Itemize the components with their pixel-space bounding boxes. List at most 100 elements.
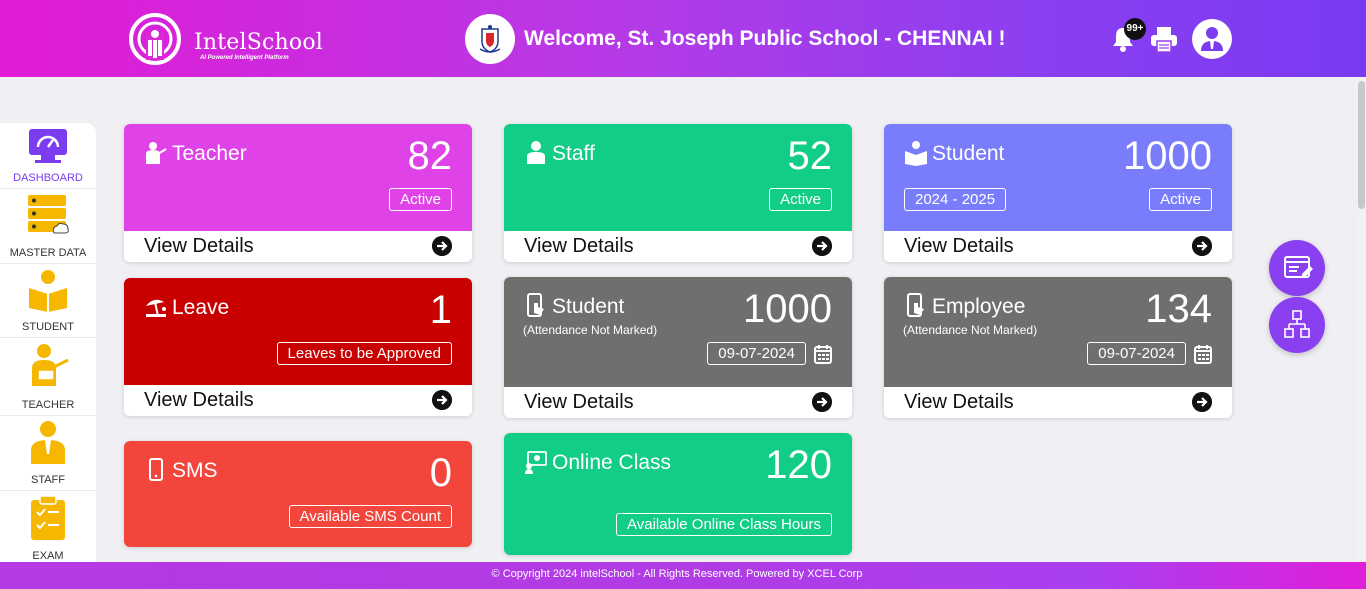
sidebar-item-label: TEACHER — [21, 399, 75, 411]
card-count: 0 — [429, 451, 452, 495]
mobile-phone-icon — [149, 458, 163, 481]
card-title: Staff — [552, 142, 595, 165]
view-details-link[interactable]: View Details — [124, 385, 472, 416]
view-details-label: View Details — [144, 235, 254, 257]
status-badge: Leaves to be Approved — [276, 342, 452, 365]
student-card: Student 1000 2024 - 2025 Active View Det… — [884, 124, 1232, 262]
sidebar-item-staff[interactable]: STAFF — [0, 416, 96, 491]
sidebar-item-label: MASTER DATA — [9, 247, 87, 259]
status-badge: Active — [389, 188, 452, 211]
vertical-scrollbar[interactable] — [1357, 77, 1366, 563]
sidebar-item-label: STUDENT — [22, 321, 74, 333]
logo-mark-icon — [129, 13, 181, 65]
user-profile-icon — [1201, 27, 1223, 51]
arrow-right-circle-icon — [812, 236, 832, 256]
card-count: 1000 — [1123, 134, 1212, 178]
view-details-link[interactable]: View Details — [884, 387, 1232, 418]
logo-tagline: AI Powered Intelligent Platform — [200, 55, 289, 61]
dashboard-icon — [29, 129, 67, 163]
school-crest-icon — [479, 25, 501, 53]
view-details-link[interactable]: View Details — [884, 231, 1232, 262]
card-title: Teacher — [172, 142, 247, 165]
attendance-date-badge: 09-07-2024 — [707, 342, 806, 365]
mobile-touch-icon — [527, 293, 544, 317]
sidebar: DASHBOARD MASTER DATA STUDENT TEACHER ST… — [0, 123, 96, 563]
arrow-right-circle-icon — [432, 390, 452, 410]
arrow-right-circle-icon — [812, 392, 832, 412]
view-details-link[interactable]: View Details — [504, 231, 852, 262]
card-title: Student — [932, 142, 1005, 165]
clipboard-checklist-icon — [31, 495, 65, 540]
card-count: 82 — [407, 134, 453, 178]
status-badge: Active — [769, 188, 832, 211]
card-subtitle: (Attendance Not Marked) — [903, 323, 1038, 337]
copyright-text: © Copyright 2024 intelSchool - All Right… — [491, 568, 863, 580]
arrow-right-circle-icon — [1192, 236, 1212, 256]
calendar-icon[interactable] — [814, 344, 832, 364]
teacher-icon — [32, 344, 69, 386]
view-details-label: View Details — [524, 391, 634, 413]
status-badge: Available Online Class Hours — [616, 513, 832, 536]
arrow-right-circle-icon — [432, 236, 452, 256]
arrow-right-circle-icon — [1192, 392, 1212, 412]
view-details-link[interactable]: View Details — [124, 231, 472, 262]
card-count: 1000 — [743, 287, 832, 331]
sidebar-item-label: EXAM — [32, 550, 64, 562]
sidebar-item-dashboard[interactable]: DASHBOARD — [0, 123, 96, 189]
sidebar-item-label: DASHBOARD — [13, 172, 83, 184]
card-count: 1 — [429, 288, 452, 332]
card-count: 134 — [1145, 287, 1212, 331]
online-class-card: Online Class 120 Available Online Class … — [504, 433, 852, 555]
staff-icon — [527, 141, 545, 164]
view-details-label: View Details — [904, 391, 1014, 413]
teacher-card: Teacher 82 Active View Details — [124, 124, 472, 262]
server-icon — [28, 195, 69, 234]
sitemap-icon — [1284, 310, 1310, 338]
status-badge: Active — [1149, 188, 1212, 211]
user-avatar[interactable] — [1192, 19, 1232, 59]
card-title: Student — [552, 295, 625, 318]
sidebar-item-exam[interactable]: EXAM — [0, 491, 96, 563]
intelschool-logo[interactable]: IntelSchool AI Powered Intelligent Platf… — [128, 12, 323, 66]
edit-document-icon — [1284, 256, 1313, 278]
sms-card: SMS 0 Available SMS Count — [124, 441, 472, 547]
page-footer: © Copyright 2024 intelSchool - All Right… — [0, 562, 1366, 589]
card-title: Online Class — [552, 451, 672, 474]
top-header: IntelSchool AI Powered Intelligent Platf… — [0, 0, 1366, 77]
student-reading-icon — [905, 141, 927, 166]
view-details-label: View Details — [144, 389, 254, 411]
quick-note-button[interactable] — [1269, 240, 1325, 296]
calendar-icon[interactable] — [1194, 344, 1212, 364]
view-details-link[interactable]: View Details — [504, 387, 852, 418]
sidebar-item-student[interactable]: STUDENT — [0, 264, 96, 338]
card-count: 52 — [787, 134, 833, 178]
sidebar-item-teacher[interactable]: TEACHER — [0, 338, 96, 416]
teacher-icon — [146, 142, 167, 164]
org-chart-button[interactable] — [1269, 297, 1325, 353]
leave-card: Leave 1 Leaves to be Approved View Detai… — [124, 278, 472, 416]
school-crest — [465, 14, 515, 64]
sidebar-item-master-data[interactable]: MASTER DATA — [0, 189, 96, 264]
beach-umbrella-icon — [146, 299, 166, 317]
student-attendance-card: Student (Attendance Not Marked) 1000 09-… — [504, 277, 852, 418]
view-details-label: View Details — [904, 235, 1014, 257]
mobile-touch-icon — [907, 293, 924, 317]
employee-attendance-card: Employee (Attendance Not Marked) 134 09-… — [884, 277, 1232, 418]
attendance-date-badge: 09-07-2024 — [1087, 342, 1186, 365]
notification-count-badge: 99+ — [1124, 18, 1146, 40]
logo-text: IntelSchool — [194, 30, 324, 55]
scrollbar-thumb[interactable] — [1358, 81, 1365, 209]
card-count: 120 — [765, 443, 832, 487]
card-subtitle: (Attendance Not Marked) — [523, 323, 658, 337]
student-reading-icon — [29, 270, 67, 312]
printer-icon[interactable] — [1149, 24, 1179, 54]
view-details-label: View Details — [524, 235, 634, 257]
academic-year-badge: 2024 - 2025 — [904, 188, 1007, 211]
status-badge: Available SMS Count — [288, 505, 452, 528]
staff-icon — [31, 421, 65, 464]
welcome-message: Welcome, St. Joseph Public School - CHEN… — [524, 27, 1006, 50]
online-class-icon — [525, 451, 547, 474]
card-title: Leave — [172, 296, 230, 319]
card-title: Employee — [932, 295, 1026, 318]
sidebar-item-label: STAFF — [30, 474, 65, 486]
